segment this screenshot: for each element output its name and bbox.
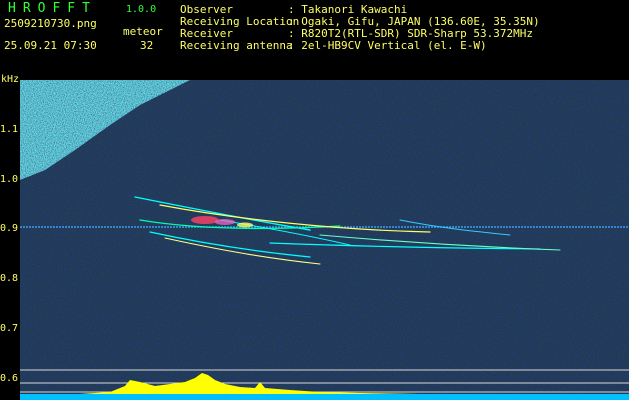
y-tick-label: 1.1 [0, 124, 19, 135]
y-tick-label: 0.9 [0, 223, 19, 234]
meteor-hotspot [215, 219, 235, 225]
file-datetime: 25.09.21 07:30 [4, 39, 97, 52]
meteor-hotspot [191, 216, 219, 224]
y-tick-label: 0.8 [0, 273, 19, 284]
meteor-label: meteor [123, 25, 163, 38]
meteor-count: 32 [140, 39, 154, 52]
spectrogram-noise [20, 80, 629, 400]
meteor-hotspot [237, 222, 253, 228]
bottom-noise-band [20, 394, 629, 400]
spectrogram [20, 80, 629, 400]
file-name: 2509210730.png [4, 17, 97, 30]
y-tick-label: 0.6 [0, 373, 19, 384]
y-axis-unit: kHz [1, 74, 20, 85]
app-logo: HROFFT [8, 1, 97, 16]
info-label-antenna: Receiving antenna [180, 39, 293, 52]
info-value-antenna: : 2el-HB9CV Vertical (el. E-W) [288, 39, 487, 52]
app-version: 1.0.0 [126, 4, 157, 15]
y-tick-label: 1.0 [0, 174, 19, 185]
y-tick-label: 0.7 [0, 323, 19, 334]
